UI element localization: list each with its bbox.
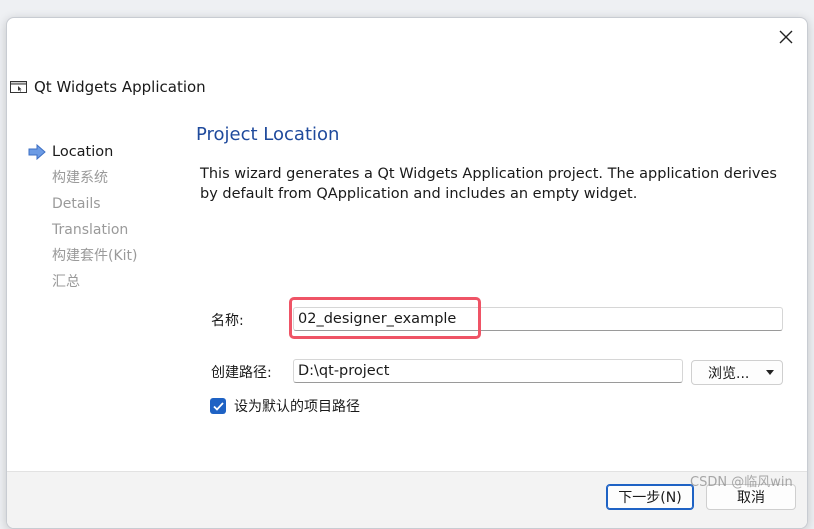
checkmark-icon	[212, 401, 224, 411]
project-name-input[interactable]	[293, 307, 783, 331]
close-button[interactable]	[773, 26, 799, 50]
wizard-titlebar: Qt Widgets Application	[7, 76, 206, 98]
qt-app-window-icon	[10, 81, 27, 93]
wizard-title: Qt Widgets Application	[34, 78, 206, 96]
name-label: 名称:	[211, 313, 244, 329]
close-icon	[779, 30, 793, 44]
wizard-steps: Location 构建系统 Details Translation 构建套件(K…	[25, 142, 195, 298]
current-step-arrow-icon	[28, 144, 46, 160]
browse-button[interactable]: 浏览...	[691, 360, 783, 385]
step-label: Details	[52, 196, 101, 212]
default-path-checkbox-row[interactable]: 设为默认的项目路径	[210, 396, 360, 416]
default-path-label: 设为默认的项目路径	[234, 399, 360, 415]
step-label: 构建系统	[52, 170, 108, 186]
wizard-dialog: Qt Widgets Application Location 构建系统 Det…	[6, 17, 808, 529]
step-location: Location	[25, 142, 195, 168]
step-label: Location	[52, 144, 114, 160]
next-button[interactable]: 下一步(N)	[606, 484, 694, 510]
step-details: Details	[25, 194, 195, 220]
browse-button-label: 浏览...	[708, 365, 750, 382]
step-kits: 构建套件(Kit)	[25, 246, 195, 272]
step-label: Translation	[52, 222, 129, 238]
page-title: Project Location	[196, 124, 340, 145]
project-path-input[interactable]	[293, 359, 683, 383]
default-path-checkbox[interactable]	[210, 398, 226, 414]
path-label: 创建路径:	[211, 365, 272, 381]
step-summary: 汇总	[25, 272, 195, 298]
step-label: 构建套件(Kit)	[52, 248, 138, 264]
wizard-footer: 下一步(N) 取消	[7, 471, 807, 528]
cancel-button[interactable]: 取消	[706, 484, 796, 510]
step-translation: Translation	[25, 220, 195, 246]
step-build-system: 构建系统	[25, 168, 195, 194]
step-label: 汇总	[52, 274, 80, 290]
dropdown-arrow-icon	[766, 369, 774, 375]
page-description: This wizard generates a Qt Widgets Appli…	[200, 166, 777, 202]
